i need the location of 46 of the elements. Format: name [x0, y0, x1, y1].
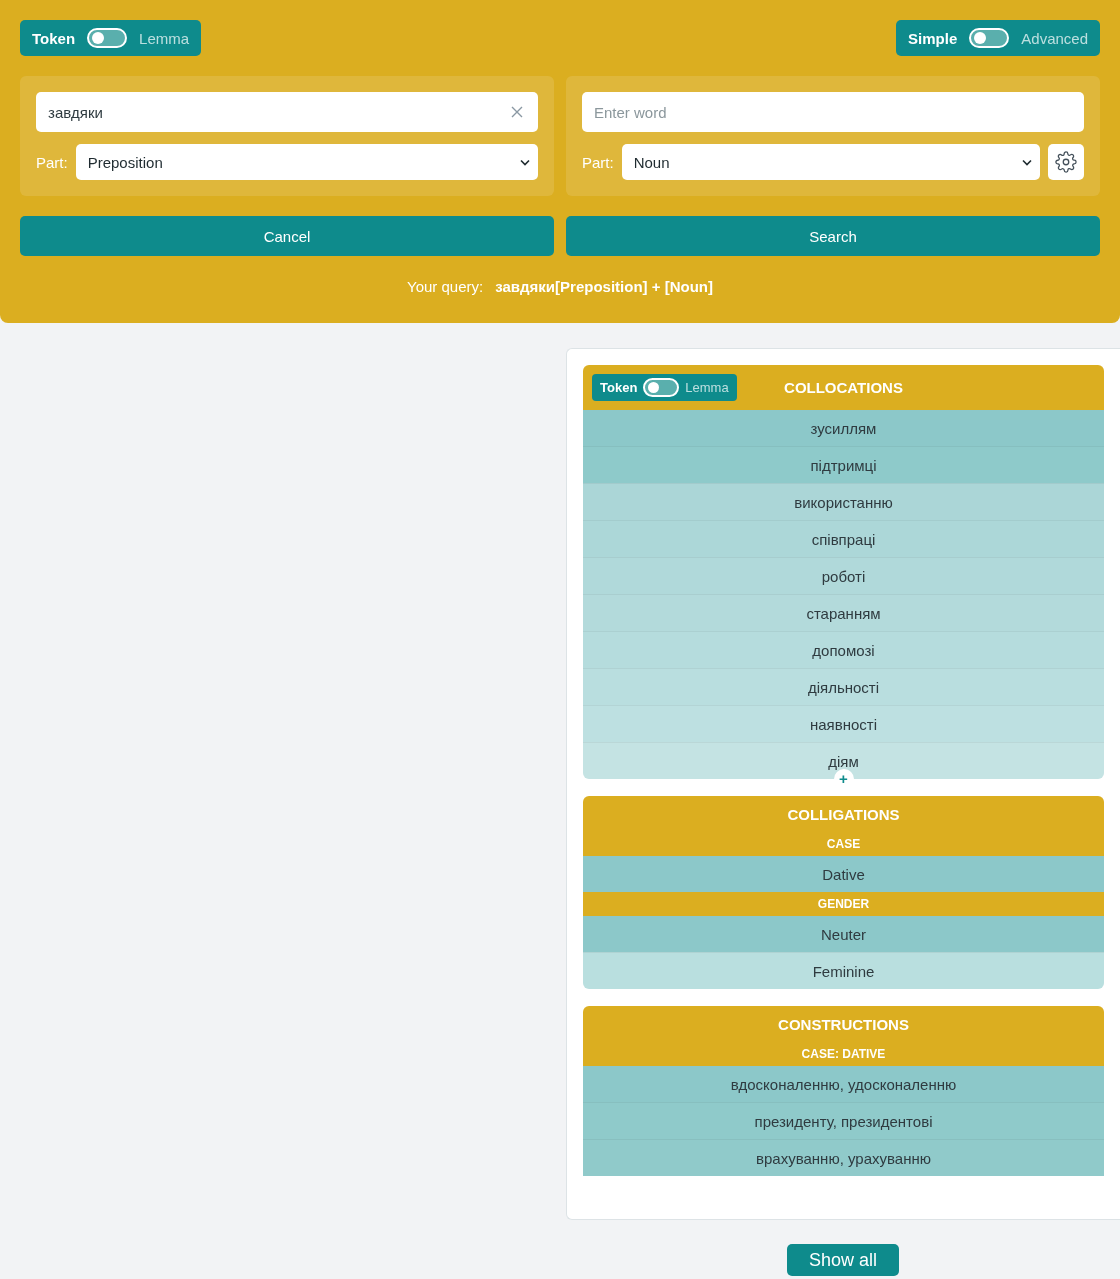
section-title: COLLOCATIONS: [784, 379, 903, 396]
action-button[interactable]: Search: [566, 216, 1100, 256]
toggle-label: Simple: [908, 29, 958, 47]
result-row[interactable]: старанням: [583, 594, 1104, 631]
settings-icon: [1055, 151, 1077, 173]
query-text: завдяки[Preposition] + [Noun]: [495, 277, 713, 297]
result-row[interactable]: врахуванню, урахуванню: [583, 1139, 1104, 1176]
action-button[interactable]: Cancel: [20, 216, 554, 256]
result-row[interactable]: допомозі: [583, 631, 1104, 668]
section-title: CONSTRUCTIONS: [778, 1015, 909, 1033]
part-label: Part:: [36, 153, 68, 171]
part-select[interactable]: Noun: [621, 144, 1040, 180]
result-row[interactable]: наявності: [583, 705, 1104, 742]
part-select[interactable]: Preposition: [75, 144, 538, 180]
result-row[interactable]: Neuter: [583, 916, 1104, 952]
settings-button[interactable]: [1048, 144, 1084, 180]
result-row[interactable]: діяльності: [583, 668, 1104, 705]
chevron-down-icon: [520, 158, 530, 166]
toggle-switch[interactable]: [969, 28, 1010, 48]
part-label: Part:: [582, 153, 614, 171]
result-row[interactable]: Dative: [583, 856, 1104, 892]
toggle-switch[interactable]: [87, 28, 128, 48]
toggle-label: Lemma: [139, 29, 190, 47]
show-all-button[interactable]: Show all: [786, 1244, 899, 1276]
word-input[interactable]: Enter word: [582, 92, 1084, 132]
result-row[interactable]: президенту, президентові: [583, 1102, 1104, 1139]
group-heading: GENDER: [817, 897, 870, 911]
result-row[interactable]: використанню: [583, 483, 1104, 520]
toggle-label: Token: [600, 380, 638, 395]
section-title: COLLIGATIONS: [787, 805, 900, 823]
result-row[interactable]: зусиллям: [583, 410, 1104, 446]
result-row[interactable]: співпраці: [583, 520, 1104, 557]
result-row[interactable]: роботі: [583, 557, 1104, 594]
close-icon[interactable]: [511, 106, 523, 118]
result-row[interactable]: підтримці: [583, 446, 1104, 483]
chevron-down-icon: [1022, 158, 1032, 166]
group-heading: CASE: DATIVE: [801, 1047, 886, 1061]
toggle-label: Lemma: [685, 380, 729, 395]
toggle-label: Advanced: [1021, 29, 1088, 47]
toggle-label: Token: [32, 29, 76, 47]
query-label: Your query:: [407, 277, 484, 297]
group-heading: CASE: [826, 837, 861, 851]
result-row[interactable]: вдосконаленню, удосконаленню: [583, 1066, 1104, 1102]
word-input[interactable]: завдяки: [36, 92, 538, 132]
result-row[interactable]: Feminine: [583, 952, 1104, 989]
toggle-switch[interactable]: [643, 378, 680, 397]
